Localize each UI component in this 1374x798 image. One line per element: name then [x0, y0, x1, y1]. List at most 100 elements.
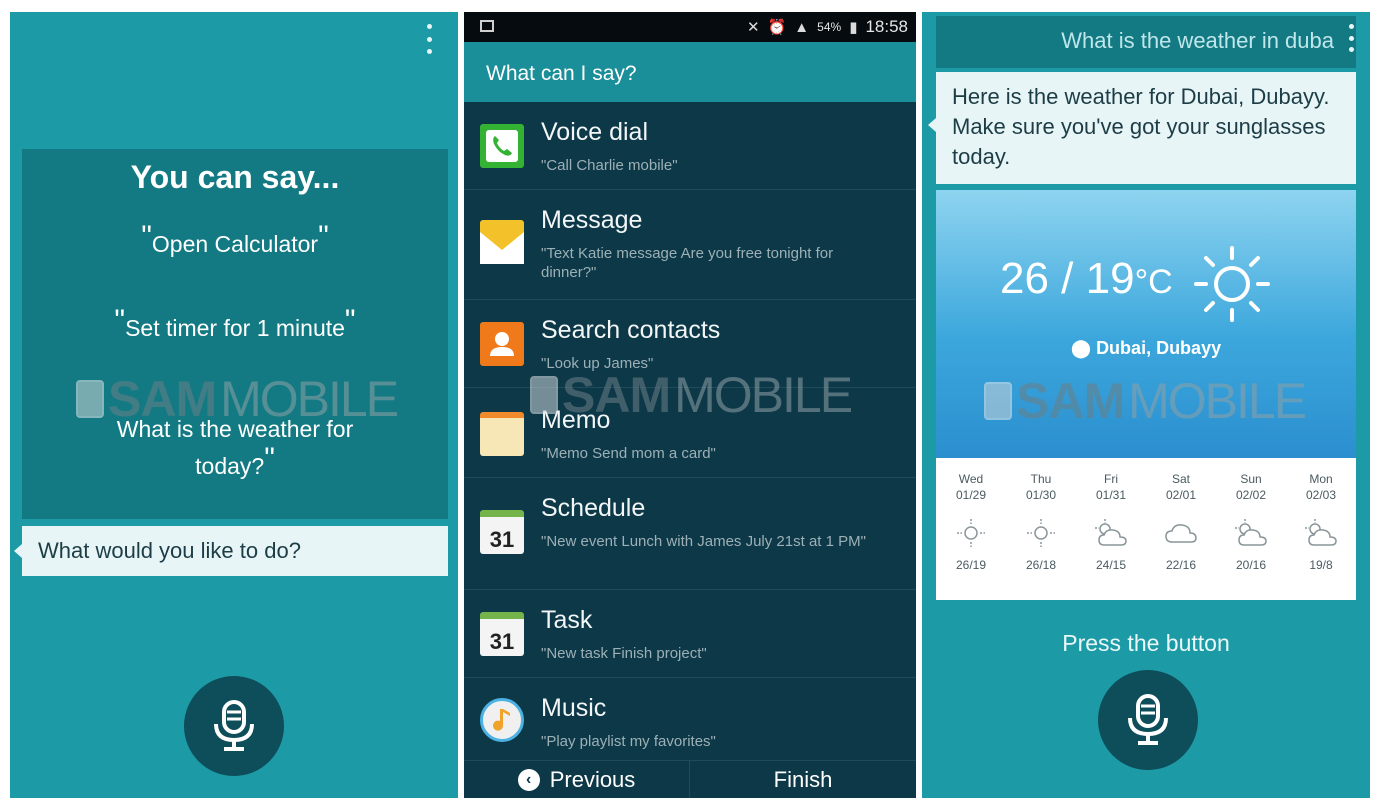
partly-cloudy-icon — [1216, 518, 1286, 548]
forecast-day: Sat 02/01 22/16 — [1146, 458, 1216, 600]
memo-icon — [480, 412, 524, 456]
forecast-date: 01/30 — [1025, 488, 1057, 502]
forecast-day: Mon 02/03 19/8 — [1286, 458, 1356, 600]
quote-mark: " — [141, 220, 152, 253]
command-title: Voice dial — [541, 118, 649, 146]
signal-icon: ▲ — [794, 18, 810, 36]
list-item-memo[interactable]: Memo "Memo Send mom a card" — [464, 388, 916, 478]
alarm-icon: ⏰ — [767, 19, 787, 36]
command-title: Task — [541, 606, 593, 634]
battery-percent: 54% — [817, 20, 842, 34]
forecast-day-name: Sat — [1171, 472, 1190, 486]
quote-mark: " — [264, 442, 275, 475]
forecast-date: 01/29 — [955, 488, 987, 502]
calendar-icon: 31 — [480, 612, 524, 656]
command-example: "Text Katie message Are you free tonight… — [541, 245, 834, 281]
suggestion-text: Open Calculator — [151, 231, 319, 257]
music-icon — [480, 698, 524, 742]
contact-icon — [480, 322, 524, 366]
voice-screen-weather: What is the weather in duba Here is the … — [922, 12, 1370, 798]
forecast-day: Thu 01/30 26/18 — [1006, 458, 1076, 600]
suggestion-text: Set timer for 1 minute — [125, 315, 345, 341]
instruction-label: Press the button — [1062, 630, 1230, 656]
microphone-icon — [1128, 694, 1168, 745]
sun-icon — [1006, 518, 1076, 548]
forecast-day: Fri 01/31 24/15 — [1076, 458, 1146, 600]
temperature-value: 26 / 19 — [1000, 254, 1135, 303]
previous-button[interactable]: ‹ Previous — [464, 761, 690, 798]
envelope-icon — [480, 220, 524, 264]
forecast-date: 02/01 — [1165, 488, 1197, 502]
forecast-temps: 26/19 — [955, 558, 987, 572]
list-item-schedule[interactable]: 31 Schedule "New event Lunch with James … — [464, 478, 916, 590]
assistant-answer: Here is the weather for Dubai, Dubayy. M… — [928, 72, 1356, 184]
list-item-message[interactable]: Message "Text Katie message Are you free… — [464, 190, 916, 300]
quote-mark: " — [318, 220, 329, 253]
mic-button[interactable] — [1098, 670, 1198, 770]
forecast-day-name: Fri — [1104, 472, 1118, 486]
location-pin-icon: ⬤ — [1070, 338, 1097, 358]
forecast-day: Wed 01/29 26/19 — [936, 458, 1006, 600]
query-text: What is the weather in duba — [1061, 28, 1334, 53]
forecast-date: 02/02 — [1235, 488, 1267, 502]
suggestions-title: You can say... — [130, 159, 340, 195]
list-item-task[interactable]: 31 Task "New task Finish project" — [464, 590, 916, 678]
suggestion-item[interactable]: "Open Calculator" — [42, 220, 428, 262]
page-title: What can I say? — [464, 42, 916, 102]
command-example: "Call Charlie mobile" — [541, 157, 678, 174]
voice-screen-you-can-say: You can say... "Open Calculator" "Set ti… — [10, 12, 458, 798]
sun-icon — [1194, 246, 1270, 322]
command-title: Message — [541, 206, 643, 234]
calendar-icon: 31 — [480, 510, 524, 554]
forecast-temps: 20/16 — [1235, 558, 1267, 572]
overflow-menu-icon[interactable] — [1348, 24, 1354, 52]
mute-icon: ✕ — [747, 19, 760, 36]
cloud-icon — [1146, 518, 1216, 548]
overflow-menu-icon[interactable] — [426, 24, 432, 54]
command-title: Music — [541, 694, 607, 722]
command-example: "Play playlist my favorites" — [541, 733, 716, 750]
weather-card[interactable]: 26 / 19°C ⬤ Dubai, Dubayy Wed 01/29 26/19 T… — [936, 190, 1356, 600]
command-example: "Memo Send mom a card" — [541, 445, 716, 462]
suggestion-item[interactable]: What is the weather for today?" — [78, 411, 392, 484]
voice-screen-what-can-i-say: ✕ ⏰ ▲ 54% ▮ 18:58 What can I say? Voice … — [464, 12, 916, 798]
command-example: "Look up James" — [541, 355, 654, 372]
list-item-music[interactable]: Music "Play playlist my favorites" — [464, 678, 916, 760]
forecast-temps: 26/18 — [1025, 558, 1057, 572]
suggestion-item[interactable]: "Set timer for 1 minute" — [42, 304, 428, 346]
quote-mark: " — [114, 304, 126, 337]
suggestions-panel: You can say... "Open Calculator" "Set ti… — [22, 149, 448, 519]
spoken-query: What is the weather in duba — [936, 16, 1356, 68]
partly-cloudy-icon — [1286, 518, 1356, 548]
bottom-navigation: ‹ Previous Finish — [464, 760, 916, 798]
status-bar: ✕ ⏰ ▲ 54% ▮ 18:58 — [464, 12, 916, 42]
previous-label: Previous — [549, 767, 636, 792]
finish-button[interactable]: Finish — [690, 761, 916, 798]
phone-icon — [480, 124, 524, 168]
status-time: 18:58 — [865, 17, 908, 36]
list-item-voice-dial[interactable]: Voice dial "Call Charlie mobile" — [464, 102, 916, 190]
command-example: "New task Finish project" — [541, 645, 707, 662]
chevron-left-icon: ‹ — [517, 769, 540, 791]
forecast-day-name: Wed — [958, 472, 984, 486]
list-item-search-contacts[interactable]: Search contacts "Look up James" — [464, 300, 916, 388]
partly-cloudy-icon — [1076, 518, 1146, 548]
prompt-bubble: What would you like to do? — [14, 526, 448, 576]
battery-icon: ▮ — [849, 19, 858, 36]
forecast-day-name: Thu — [1030, 472, 1052, 486]
forecast-temps: 19/8 — [1309, 558, 1333, 572]
temperature-unit: °C — [1134, 263, 1173, 301]
forecast-date: 02/03 — [1305, 488, 1337, 502]
suggestion-text: What is the weather for today? — [116, 416, 354, 479]
forecast-day-name: Mon — [1309, 472, 1333, 486]
current-temperature: 26 / 19°C — [1000, 254, 1173, 304]
forecast-temps: 22/16 — [1165, 558, 1197, 572]
forecast-day-name: Sun — [1240, 472, 1262, 486]
command-title: Search contacts — [541, 316, 721, 344]
mic-button[interactable] — [184, 676, 284, 776]
forecast-row: Wed 01/29 26/19 Thu 01/30 26/18 Fri 01/31 24/15 S… — [936, 458, 1356, 600]
command-title: Memo — [541, 406, 611, 434]
sun-icon — [936, 518, 1006, 548]
command-example: "New event Lunch with James July 21st at… — [541, 533, 866, 550]
microphone-icon — [214, 700, 254, 751]
